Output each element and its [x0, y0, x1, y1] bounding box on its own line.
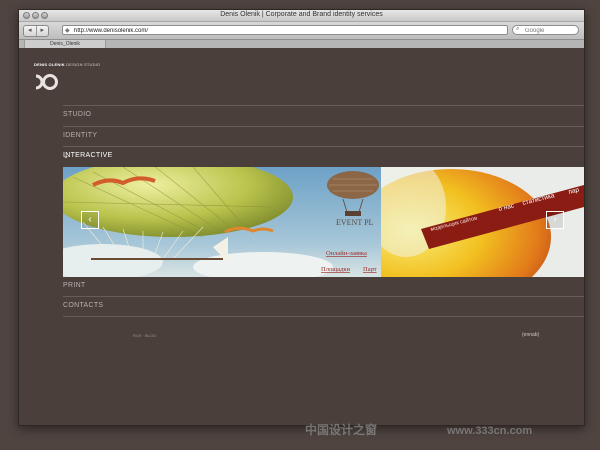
slider-prev-button[interactable]: ‹ [81, 211, 99, 229]
title-bar: Denis Olenik | Corporate and Brand ident… [19, 10, 584, 22]
window-title: Denis Olenik | Corporate and Brand ident… [220, 11, 383, 18]
slide-link-partners[interactable]: Парт [363, 266, 377, 273]
slider-next-button[interactable]: › [546, 211, 564, 229]
slide-brand-text: EVENT PL [336, 218, 374, 227]
logo-text[interactable]: DENIS OLENIK DESIGN STUDIO [34, 62, 100, 67]
chevron-down-icon: ⌄ [63, 153, 70, 160]
logo-mark-icon[interactable] [33, 72, 59, 92]
address-bar[interactable]: ◆ [62, 25, 508, 35]
web-page: DENIS OLENIK DESIGN STUDIO STUDIO IDENTI… [19, 48, 584, 425]
menu-item-contacts[interactable]: CONTACTS [63, 296, 584, 317]
chevron-right-icon: › [553, 214, 557, 225]
browser-tab[interactable]: Denis_Olenik [24, 40, 106, 48]
menu-item-label: STUDIO [63, 111, 92, 118]
menu-item-identity[interactable]: IDENTITY [63, 126, 584, 147]
search-input[interactable] [525, 27, 577, 34]
logo-sub: DESIGN STUDIO [66, 62, 101, 67]
browser-window: Denis Olenik | Corporate and Brand ident… [18, 9, 585, 426]
watermark-cn: 中国设计之窗 [305, 423, 378, 437]
favicon-icon: ◆ [65, 28, 70, 34]
menu-item-label: CONTACTS [63, 302, 104, 309]
url-input[interactable] [74, 27, 494, 34]
forward-icon[interactable]: ▸ [35, 26, 49, 36]
slide-link-order[interactable]: Онлайн-заявка [326, 250, 367, 257]
footer-right-text[interactable]: (ennab) [522, 332, 539, 338]
menu-item-studio[interactable]: STUDIO [63, 105, 584, 126]
menu-divider [63, 316, 584, 318]
slide-link-venues[interactable]: Площадки [321, 266, 351, 273]
search-icon: ⌕ [516, 26, 520, 32]
slide-event-planner[interactable]: EVENT PL Онлайн-заявка Площадки Парт [63, 167, 381, 277]
chevron-left-icon: ‹ [88, 214, 92, 225]
menu-item-label: INTERACTIVE [63, 152, 113, 159]
menu-item-interactive[interactable]: INTERACTIVE ⌄ [63, 146, 584, 167]
logo-name: DENIS OLENIK [34, 62, 65, 67]
browser-toolbar: ◂ ▸ ◆ ⌕ [19, 22, 584, 39]
menu-item-label: PRINT [63, 282, 86, 289]
watermark-url: www.333cn.com [447, 425, 533, 437]
menu-item-print[interactable]: PRINT [63, 276, 584, 297]
nav-buttons: ◂ ▸ [23, 25, 49, 37]
back-icon[interactable]: ◂ [24, 26, 36, 36]
portfolio-slider: EVENT PL Онлайн-заявка Площадки Парт мод… [63, 167, 584, 277]
footer-links[interactable]: RUS · BLOG [133, 333, 156, 338]
search-box[interactable]: ⌕ [512, 25, 579, 35]
menu-item-label: IDENTITY [63, 132, 98, 139]
